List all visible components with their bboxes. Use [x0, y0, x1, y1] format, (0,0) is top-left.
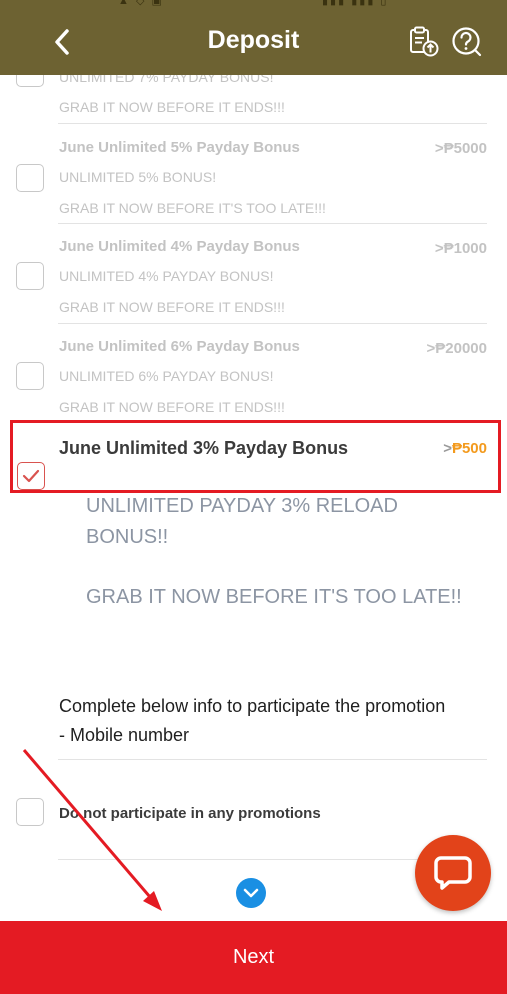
promotion-title: June Unlimited 4% Payday Bonus [59, 238, 300, 255]
status-bar: ▲ ◇ ▣ ▮▮▮ ▮▮▮ ▯ [0, 0, 507, 10]
promotion-list: UNLIMITED 7% PAYDAY BONUS! GRAB IT NOW B… [0, 75, 507, 921]
promotion-min-amount: >₱5000 [434, 140, 487, 157]
promotion-min-amount: >₱1000 [434, 240, 487, 257]
promotion-line-1: UNLIMITED 5% BONUS! [59, 169, 217, 185]
promotion-line-1: UNLIMITED 6% PAYDAY BONUS! [59, 368, 274, 384]
deposit-record-button[interactable] [404, 24, 442, 60]
app-header: Deposit [0, 10, 507, 75]
promotion-line-1: UNLIMITED 7% PAYDAY BONUS! [59, 75, 274, 85]
selected-promotion-min-amount: >₱500 [443, 440, 487, 457]
participation-info: Complete below info to participate the p… [59, 692, 445, 750]
promotion-line-2: GRAB IT NOW BEFORE IT ENDS!!! [59, 299, 285, 315]
participation-info-line-1: Complete below info to participate the p… [59, 696, 446, 716]
no-promotion-label: Do not participate in any promotions [59, 805, 321, 822]
live-chat-button[interactable] [415, 835, 491, 911]
promotion-item[interactable]: June Unlimited 4% Payday Bonus >₱1000 UN… [0, 224, 507, 324]
next-button[interactable]: Next [0, 921, 507, 994]
promotion-checkbox[interactable] [16, 75, 44, 87]
promotion-checkbox[interactable] [16, 262, 44, 290]
clipboard-upload-icon [410, 26, 439, 57]
chat-bubble-icon [434, 856, 472, 890]
checkmark-icon [22, 469, 40, 483]
participation-info-line-2: - Mobile number [59, 725, 190, 745]
promotion-checkbox[interactable] [16, 164, 44, 192]
promotion-item[interactable]: June Unlimited 5% Payday Bonus >₱5000 UN… [0, 124, 507, 224]
help-button[interactable] [448, 24, 486, 60]
help-circle-icon [452, 27, 482, 57]
promotion-min-amount: >₱20000 [426, 340, 487, 357]
promotion-item[interactable]: June Unlimited 6% Payday Bonus >₱20000 U… [0, 324, 507, 424]
promotion-description-line: BONUS!! [86, 526, 169, 548]
promotion-title: June Unlimited 6% Payday Bonus [59, 338, 300, 355]
promotion-item[interactable]: UNLIMITED 7% PAYDAY BONUS! GRAB IT NOW B… [0, 75, 507, 124]
chevron-down-icon [243, 888, 259, 898]
status-icons-right: ▮▮▮ ▮▮▮ ▯ [322, 0, 389, 7]
selected-promotion-title: June Unlimited 3% Payday Bonus [59, 438, 349, 458]
scroll-down-button[interactable] [236, 878, 266, 908]
promotion-description-line: GRAB IT NOW BEFORE IT'S TOO LATE!! [86, 586, 462, 608]
promotion-line-2: GRAB IT NOW BEFORE IT ENDS!!! [59, 399, 285, 415]
promotion-checkbox[interactable] [16, 362, 44, 390]
promotion-line-1: UNLIMITED 4% PAYDAY BONUS! [59, 268, 274, 284]
promotion-title: June Unlimited 5% Payday Bonus [59, 139, 300, 156]
selected-promotion-checkbox[interactable] [17, 462, 45, 490]
no-promotion-checkbox[interactable] [16, 798, 44, 826]
amount-prefix: > [443, 440, 452, 457]
promotion-line-2: GRAB IT NOW BEFORE IT ENDS!!! [59, 99, 285, 115]
promotion-line-2: GRAB IT NOW BEFORE IT'S TOO LATE!!! [59, 200, 326, 216]
promotion-description-line: UNLIMITED PAYDAY 3% RELOAD [86, 495, 398, 517]
amount-value: ₱500 [451, 440, 487, 457]
status-icons-left: ▲ ◇ ▣ [118, 0, 164, 7]
divider [58, 759, 487, 760]
